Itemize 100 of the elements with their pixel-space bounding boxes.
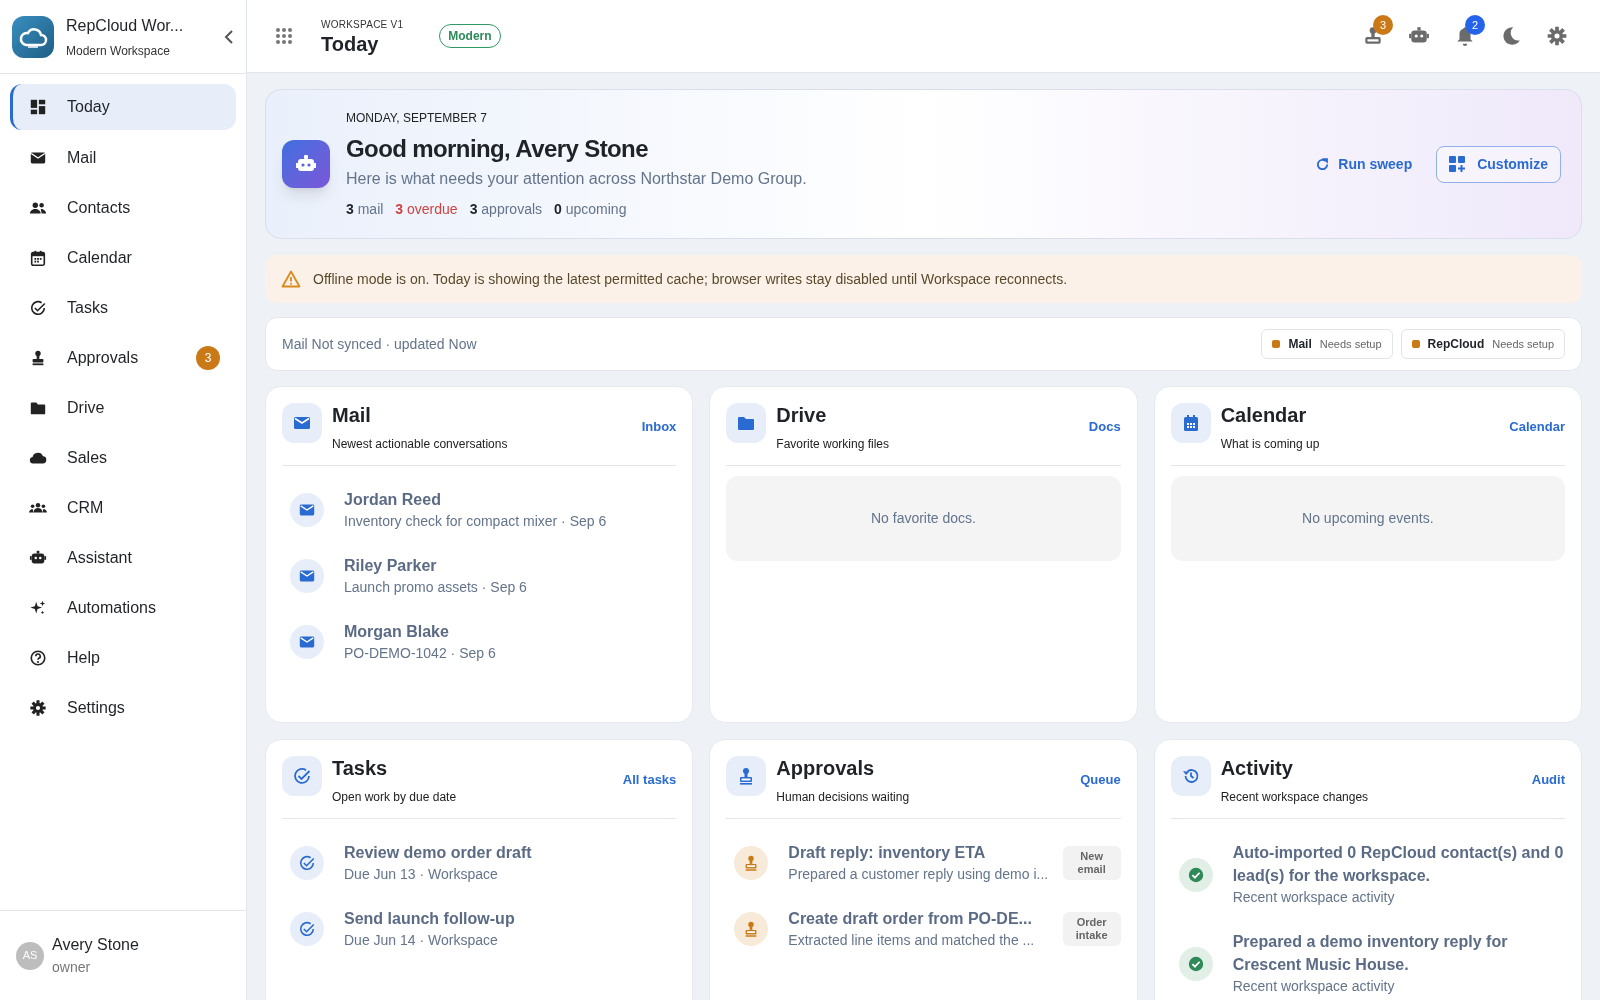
header-eyebrow: WORKSPACE V1 xyxy=(321,17,404,32)
summary-stat: 0 upcoming xyxy=(554,199,627,219)
item-title[interactable]: Auto-imported 0 RepCloud contact(s) and 0 lead(s) for the workspace. xyxy=(1232,841,1565,887)
card-link[interactable]: Queue xyxy=(1080,770,1121,790)
app-subtitle: Modern Workspace xyxy=(66,42,171,60)
sync-status-text: Mail Not synced · updated Now xyxy=(282,334,477,354)
greeting-heading: Good morning, Avery Stone xyxy=(346,133,649,164)
item-tag: Order intake xyxy=(1062,912,1121,946)
item-title[interactable]: Riley Parker xyxy=(344,554,677,577)
stamp-icon xyxy=(734,846,769,880)
item-title[interactable]: Draft reply: inventory ETA xyxy=(788,841,1043,864)
nav-item[interactable]: Contacts xyxy=(10,186,236,230)
user-avatar: AS xyxy=(16,941,44,970)
item-title[interactable]: Prepared a demo inventory reply for Crescent Music House. xyxy=(1232,930,1565,976)
collapse-icon[interactable] xyxy=(224,29,234,44)
moon-icon[interactable] xyxy=(1500,25,1522,47)
offline-message: Offline mode is on. Today is showing the latest permitted cache; browser writes stay disabled until Workspace reconnects. xyxy=(313,269,1068,289)
nav-item[interactable]: Calendar xyxy=(10,236,236,280)
item-subtitle: Inventory check for compact mixer · Sep 6 xyxy=(344,512,608,531)
sparkle-icon xyxy=(29,599,47,617)
run-sweep-button[interactable]: Run sweep xyxy=(1307,153,1421,175)
card-link[interactable]: Docs xyxy=(1088,417,1121,437)
chip-status: Needs setup xyxy=(1492,336,1554,352)
warning-icon xyxy=(281,270,301,288)
nav-item[interactable]: Help xyxy=(10,636,236,680)
card-subtitle: Human decisions waiting xyxy=(776,789,911,806)
stamp-icon xyxy=(726,756,767,796)
nav-item[interactable]: Tasks xyxy=(10,286,236,330)
nav-item[interactable]: Assistant xyxy=(10,536,236,580)
customize-button[interactable]: Customize xyxy=(1436,145,1561,183)
chip-name: RepCloud xyxy=(1427,336,1485,353)
nav-item[interactable]: Drive xyxy=(10,386,236,430)
stamp-icon xyxy=(734,912,769,946)
card-subtitle: Favorite working files xyxy=(776,436,891,453)
item-title[interactable]: Send launch follow-up xyxy=(344,907,677,930)
empty-state: No upcoming events. xyxy=(1170,476,1565,561)
dashboard-icon xyxy=(29,98,47,116)
nav-item[interactable]: CRM xyxy=(10,486,236,530)
card-title: Activity xyxy=(1220,756,1294,780)
item-subtitle: Recent workspace activity xyxy=(1232,977,1396,996)
mail-icon xyxy=(282,403,322,443)
check-circle-icon xyxy=(29,299,47,317)
item-subtitle: Due Jun 14 · Workspace xyxy=(344,931,499,950)
notification-badge: 2 xyxy=(1465,15,1485,35)
chip-status: Needs setup xyxy=(1319,336,1382,352)
item-title[interactable]: Morgan Blake xyxy=(344,620,677,643)
item-tag: New email xyxy=(1062,846,1121,880)
mail-icon xyxy=(290,559,324,593)
greeting-subtitle: Here is what needs your attention across Northstar Demo Group. xyxy=(346,168,808,189)
settings-icon[interactable] xyxy=(1546,25,1568,47)
nav-item[interactable]: Approvals 3 xyxy=(10,336,236,380)
item-subtitle: Due Jun 13 · Workspace xyxy=(344,865,499,884)
card-title: Calendar xyxy=(1220,403,1308,427)
card-title: Drive xyxy=(776,403,828,427)
card-subtitle: Newest actionable conversations xyxy=(332,436,509,453)
nav-item[interactable]: Automations xyxy=(10,586,236,630)
item-subtitle: Recent workspace activity xyxy=(1232,888,1396,907)
mail-icon xyxy=(290,625,324,659)
card-link[interactable]: Audit xyxy=(1531,770,1565,790)
card-link[interactable]: Inbox xyxy=(641,417,677,437)
summary-stat: 3 mail xyxy=(346,199,384,219)
app-name: RepCloud Wor... xyxy=(66,15,185,36)
page-title: Today xyxy=(321,31,380,56)
card-link[interactable]: All tasks xyxy=(622,770,677,790)
help-icon xyxy=(29,649,47,667)
calendar-icon xyxy=(1170,403,1211,443)
card-subtitle: What is coming up xyxy=(1220,436,1321,453)
card-link[interactable]: Calendar xyxy=(1509,417,1565,437)
date-label: MONDAY, SEPTEMBER 7 xyxy=(346,109,488,127)
count-badge: 3 xyxy=(196,346,220,370)
card-title: Mail xyxy=(332,403,372,427)
card-subtitle: Recent workspace changes xyxy=(1220,789,1370,806)
user-role: owner xyxy=(52,958,92,977)
card-subtitle: Open work by due date xyxy=(332,789,458,806)
app-logo-icon xyxy=(12,15,54,58)
add-widget-icon xyxy=(1449,156,1466,172)
mail-icon xyxy=(290,493,324,527)
history-icon xyxy=(1170,756,1211,796)
item-title[interactable]: Jordan Reed xyxy=(344,488,677,511)
notification-badge: 3 xyxy=(1373,15,1393,35)
empty-state: No favorite docs. xyxy=(726,476,1121,561)
item-subtitle: Extracted line items and matched the ... xyxy=(788,931,1036,950)
calendar-icon xyxy=(29,249,47,267)
item-title[interactable]: Create draft order from PO-DE... xyxy=(788,907,1043,930)
nav-item[interactable]: Today xyxy=(10,84,236,130)
settings-icon xyxy=(29,699,47,717)
item-subtitle: PO-DEMO-1042 · Sep 6 xyxy=(344,644,497,663)
assistant-robot-icon xyxy=(282,140,330,188)
nav-item[interactable]: Settings xyxy=(10,686,236,730)
nav-item[interactable]: Mail xyxy=(10,136,236,180)
folder-icon xyxy=(726,403,767,443)
item-subtitle: Launch promo assets · Sep 6 xyxy=(344,578,528,597)
nav-item[interactable]: Sales xyxy=(10,436,236,480)
apps-grid-icon[interactable] xyxy=(275,27,293,45)
card-title: Approvals xyxy=(776,756,876,780)
card-title: Tasks xyxy=(332,756,389,780)
chip-name: Mail xyxy=(1288,336,1312,353)
user-name: Avery Stone xyxy=(52,935,139,955)
summary-stat: 3 approvals xyxy=(469,199,543,219)
item-title[interactable]: Review demo order draft xyxy=(344,841,677,864)
